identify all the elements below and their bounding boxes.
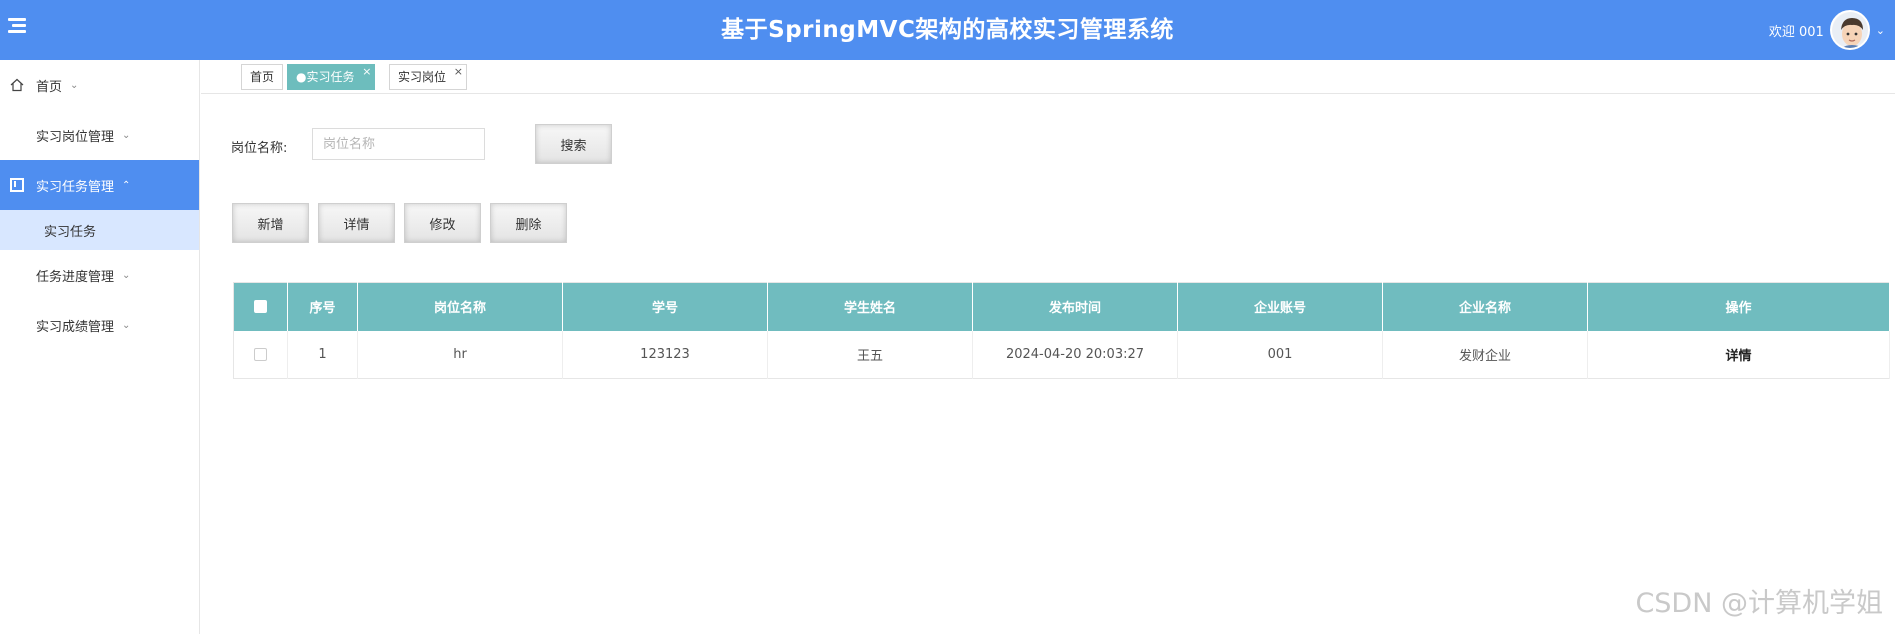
sidebar-item-label: 任务进度管理 [36, 269, 115, 285]
avatar[interactable] [1829, 10, 1870, 50]
post-name-search-input[interactable] [312, 128, 485, 160]
tab-label: 首页 [250, 70, 275, 84]
sidebar-item-label: 实习岗位管理 [36, 129, 115, 145]
table-cell: 王五 [767, 330, 973, 379]
select-all-checkbox-cell[interactable] [233, 282, 288, 331]
app-title: 基于SpringMVC架构的高校实习管理系统 [721, 17, 1174, 43]
sidebar: 首页 ⌄ 实习岗位管理 ⌄ 实习任务管理 ⌃ 实习任务 任务进度管理 ⌄ 实习成… [0, 60, 200, 634]
book-icon [10, 178, 24, 192]
chevron-up-icon: ⌃ [122, 179, 131, 191]
edit-button[interactable]: 修改 [404, 203, 481, 243]
grid-icon [10, 268, 24, 282]
search-label: 岗位名称: [231, 141, 288, 156]
sidebar-item-post-management[interactable]: 实习岗位管理 ⌄ [0, 110, 199, 160]
chevron-down-icon: ⌄ [122, 269, 131, 281]
table-cell: 123123 [562, 330, 768, 379]
grid-icon [10, 318, 24, 332]
tab-internship-post[interactable]: 实习岗位 × [389, 64, 468, 90]
select-all-checkbox[interactable] [254, 300, 267, 314]
column-header: 企业账号 [1177, 282, 1383, 331]
grid-icon [10, 128, 24, 142]
column-header: 学生姓名 [767, 282, 973, 331]
close-icon[interactable]: × [362, 60, 371, 84]
column-header: 学号 [562, 282, 768, 331]
table-cell: 发财企业 [1382, 330, 1588, 379]
sidebar-item-label: 实习成绩管理 [36, 319, 115, 335]
top-header: 基于SpringMVC架构的高校实习管理系统 欢迎 001 ⌄ [0, 0, 1895, 60]
task-table: 序号 岗位名称 学号 学生姓名 发布时间 企业账号 企业名称 操作 1 hr 1… [233, 282, 1890, 379]
tab-internship-task[interactable]: ●实习任务 × [287, 64, 376, 90]
chevron-down-icon: ⌄ [70, 79, 79, 91]
search-button[interactable]: 搜索 [535, 124, 612, 164]
row-detail-link[interactable]: 详情 [1587, 330, 1890, 379]
chevron-down-icon[interactable]: ⌄ [1876, 24, 1885, 37]
column-header: 企业名称 [1382, 282, 1588, 331]
user-menu[interactable]: 欢迎 001 ⌄ [1769, 6, 1885, 54]
table-cell: 2024-04-20 20:03:27 [972, 330, 1178, 379]
chevron-down-icon: ⌄ [122, 319, 131, 331]
welcome-text: 欢迎 001 [1768, 24, 1824, 40]
column-header: 序号 [287, 282, 358, 331]
table-header-row: 序号 岗位名称 学号 学生姓名 发布时间 企业账号 企业名称 操作 [233, 282, 1890, 331]
sidebar-item-label: 实习任务管理 [36, 179, 115, 195]
sidebar-item-home[interactable]: 首页 ⌄ [0, 60, 199, 110]
tab-bar: 首页 ●实习任务 × 实习岗位 × [201, 60, 1895, 94]
column-header: 操作 [1587, 282, 1890, 331]
table-cell: 001 [1177, 330, 1383, 379]
sidebar-item-task-management[interactable]: 实习任务管理 ⌃ [0, 160, 199, 210]
tab-label: 实习岗位 [398, 70, 447, 84]
sidebar-item-progress-management[interactable]: 任务进度管理 ⌄ [0, 250, 199, 300]
add-button[interactable]: 新增 [232, 203, 309, 243]
close-icon[interactable]: × [454, 60, 463, 84]
sidebar-item-grade-management[interactable]: 实习成绩管理 ⌄ [0, 300, 199, 350]
tab-home[interactable]: 首页 [241, 64, 284, 90]
sidebar-item-label: 首页 [36, 79, 63, 95]
table-row: 1 hr 123123 王五 2024-04-20 20:03:27 001 发… [233, 330, 1890, 379]
row-checkbox[interactable] [254, 347, 267, 361]
table-cell: hr [357, 330, 563, 379]
table-cell: 1 [287, 330, 358, 379]
watermark: CSDN @计算机学姐 [1635, 588, 1883, 619]
home-icon [10, 78, 24, 92]
delete-button[interactable]: 删除 [490, 203, 567, 243]
sidebar-subitem-task[interactable]: 实习任务 [0, 210, 199, 250]
tab-label: ●实习任务 [296, 70, 355, 84]
column-header: 发布时间 [972, 282, 1178, 331]
chevron-down-icon: ⌄ [122, 129, 131, 141]
detail-button[interactable]: 详情 [318, 203, 395, 243]
column-header: 岗位名称 [357, 282, 563, 331]
row-checkbox-cell[interactable] [233, 330, 288, 379]
